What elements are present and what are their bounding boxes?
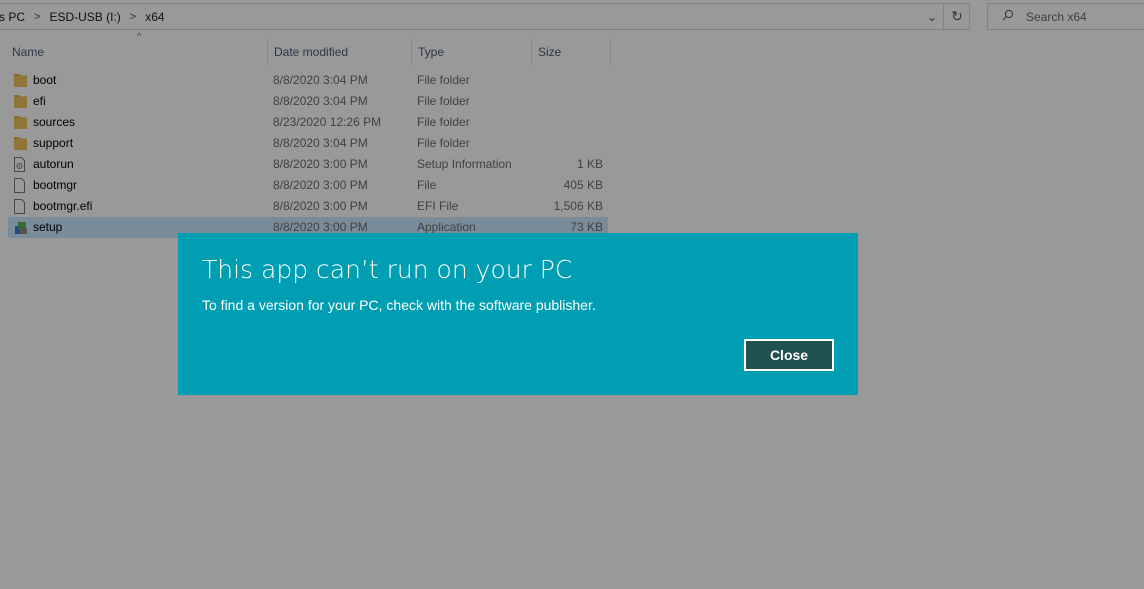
dialog-message: To find a version for your PC, check wit… [202,297,596,313]
close-button[interactable]: Close [744,339,834,371]
dialog-title: This app can’t run on your PC [202,255,573,284]
error-dialog: This app can’t run on your PC To find a … [178,233,858,395]
